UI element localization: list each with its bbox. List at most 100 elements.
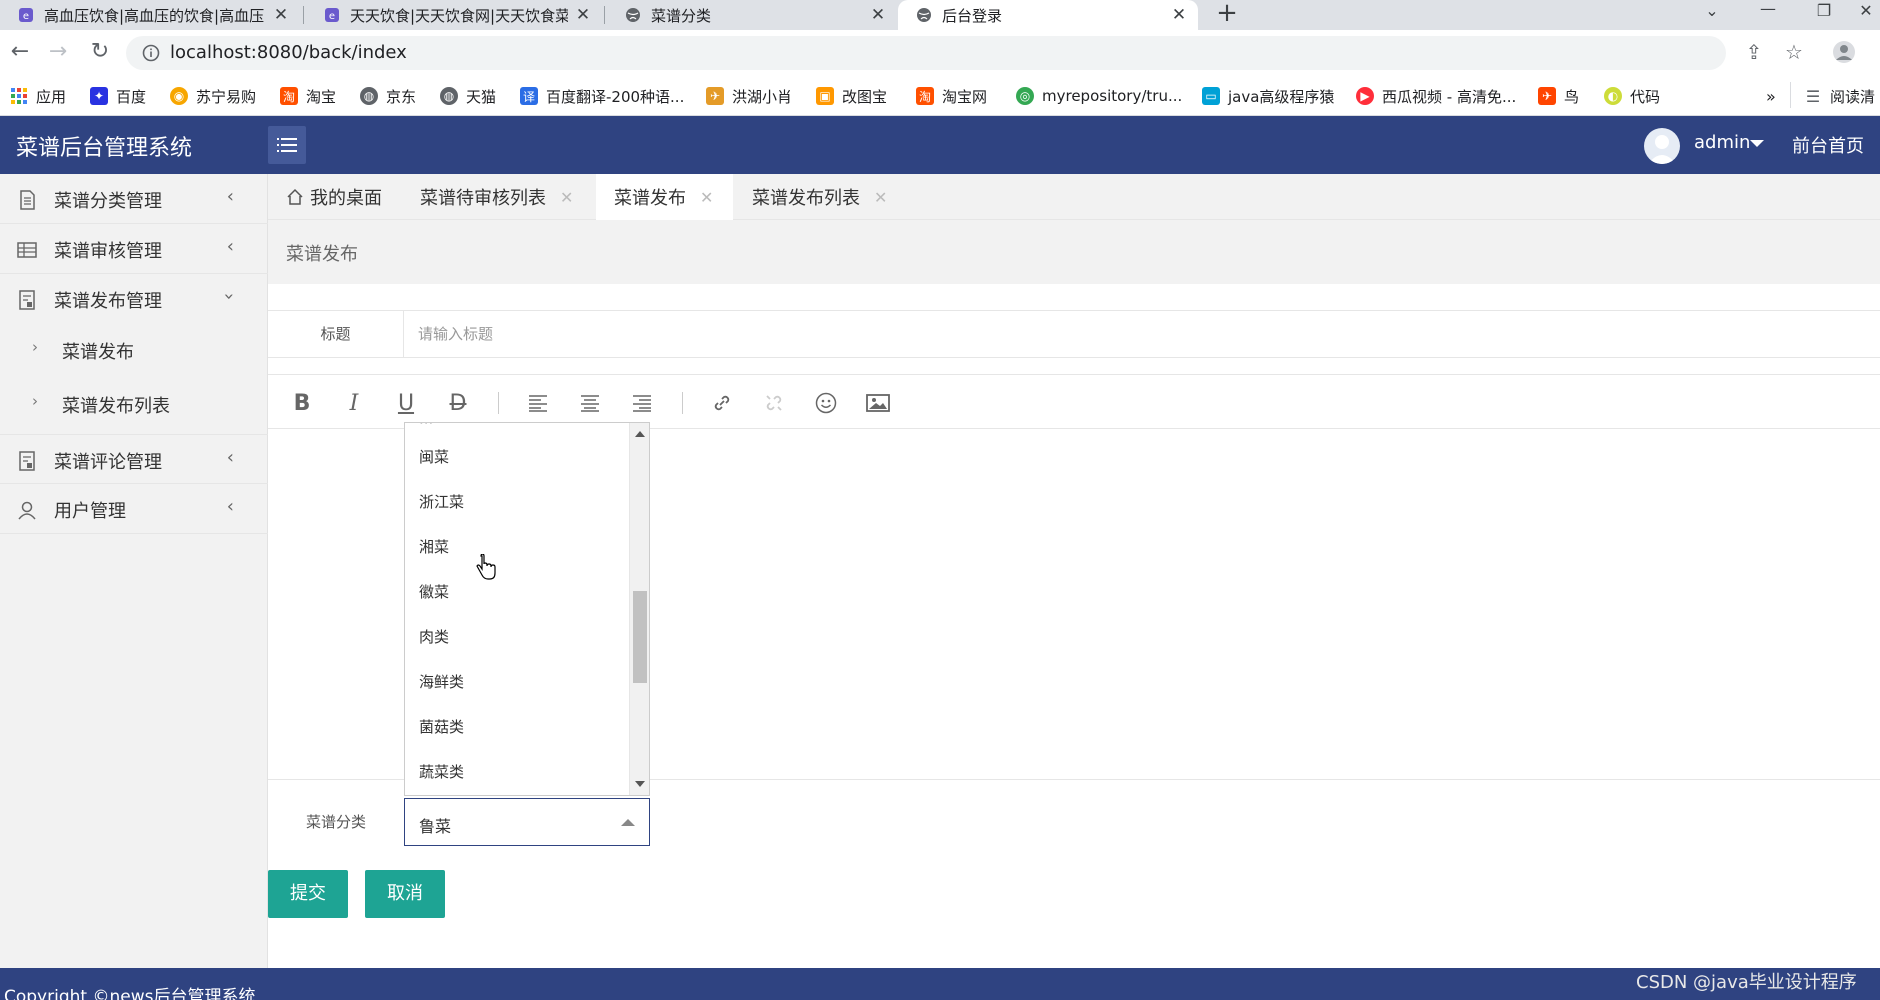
bookmark-jd[interactable]: ◍ 京东 [360, 85, 416, 107]
bookmark-baidu-translate[interactable]: 译百度翻译-200种语... [520, 85, 684, 107]
front-home-link[interactable]: 前台首页 [1792, 132, 1864, 158]
align-left-icon[interactable] [522, 387, 554, 419]
close-icon[interactable]: ✕ [869, 5, 887, 25]
bookmark-apps[interactable]: 应用 [10, 85, 66, 107]
dropdown-option[interactable]: 徽菜 [405, 570, 629, 614]
underline-icon[interactable]: U [390, 387, 422, 419]
back-icon[interactable]: ← [6, 38, 34, 66]
align-center-icon[interactable] [574, 387, 606, 419]
browser-tab-3[interactable]: 菜谱分类 ✕ [607, 0, 897, 30]
dropdown-option[interactable]: 肉类 [405, 615, 629, 659]
dropdown-option[interactable]: 闽菜 [405, 435, 629, 479]
bookmark-gaitubao[interactable]: ▣ 改图宝 [816, 85, 887, 107]
close-icon[interactable]: ✕ [574, 5, 592, 25]
bookmark-suning[interactable]: ◉ 苏宁易购 [170, 85, 256, 107]
bookmark-baidu[interactable]: ✦ 百度 [90, 85, 146, 107]
sidebar-item-comments[interactable]: 菜谱评论管理 ‹ [0, 434, 268, 484]
submit-button[interactable]: 提交 [268, 870, 348, 918]
tab-publish[interactable]: 菜谱发布 ✕ [596, 174, 734, 220]
user-name[interactable]: admin [1694, 132, 1750, 153]
sidebar-item-category[interactable]: 菜谱分类管理 ‹ [0, 174, 268, 224]
unlink-icon[interactable] [758, 387, 790, 419]
bookmark-xigua[interactable]: ▶ 西瓜视频 - 高清免... [1356, 85, 1516, 107]
browser-tab-title: 后台登录 [942, 6, 1003, 25]
bookmark-myrepository[interactable]: ◎ myrepository/tru... [1016, 85, 1182, 107]
bookmark-niao[interactable]: ✈ 鸟 [1538, 85, 1579, 107]
form-icon [19, 451, 35, 471]
sidebar-item-review[interactable]: 菜谱审核管理 ‹ [0, 224, 268, 274]
scroll-down-icon[interactable] [635, 781, 645, 787]
cancel-button[interactable]: 取消 [365, 870, 445, 918]
close-icon[interactable]: ✕ [874, 188, 887, 207]
address-bar[interactable]: localhost:8080/back/index [126, 36, 1726, 70]
bookmark-java[interactable]: ▭ java高级程序猿 [1202, 85, 1334, 107]
chrome-icon: ◎ [1016, 87, 1034, 105]
scrollbar-thumb[interactable] [633, 591, 647, 683]
dropdown-option[interactable]: 浙江菜 [405, 480, 629, 524]
chevron-down-icon[interactable] [1750, 140, 1764, 147]
sidebar-item-users[interactable]: 用户管理 ‹ [0, 484, 268, 534]
italic-icon[interactable]: I [338, 387, 370, 419]
link-icon[interactable] [706, 387, 738, 419]
star-icon[interactable]: ☆ [1780, 38, 1808, 66]
dropdown-option[interactable]: 海鲜类 [405, 660, 629, 704]
dropdown-scrollbar[interactable] [629, 423, 649, 795]
close-icon[interactable]: ✕ [560, 188, 573, 207]
bird-icon: ✈ [706, 87, 724, 105]
bookmark-honghu[interactable]: ✈ 洪湖小肖 [706, 85, 792, 107]
browser-tab-title: 高血压饮食|高血压的饮食|高血压 [44, 6, 265, 25]
form-icon [19, 290, 35, 310]
browser-tab-title: 天天饮食|天天饮食网|天天饮食菜 [350, 6, 568, 25]
scroll-up-icon[interactable] [635, 431, 645, 437]
minimize-icon[interactable]: — [1740, 1, 1796, 32]
sidebar-subitem-publish-list[interactable]: › 菜谱发布列表 [0, 378, 268, 432]
hamburger-icon [277, 138, 297, 152]
close-icon[interactable]: ✕ [700, 188, 713, 207]
browser-tab-strip: e 高血压饮食|高血压的饮食|高血压 ✕ e 天天饮食|天天饮食网|天天饮食菜 … [0, 0, 1880, 30]
browser-tab-2[interactable]: e 天天饮食|天天饮食网|天天饮食菜 ✕ [306, 0, 602, 30]
new-tab-button[interactable]: + [1212, 0, 1242, 30]
sidebar-subitem-publish[interactable]: › 菜谱发布 [0, 324, 268, 378]
site-favicon-icon: e [324, 7, 340, 23]
info-icon[interactable] [142, 44, 160, 62]
profile-icon[interactable] [1830, 38, 1858, 66]
tab-publish-list[interactable]: 菜谱发布列表 ✕ [752, 174, 887, 220]
avatar[interactable] [1644, 128, 1680, 164]
bookmarks-bar: 应用 ✦ 百度 ◉ 苏宁易购 淘淘宝 ◍ 京东 ◍ 天猫 译百度翻译-200种语... … [0, 76, 1880, 116]
bookmark-label: 京东 [386, 87, 417, 106]
bookmark-taobaowang[interactable]: 淘淘宝网 [916, 85, 987, 107]
browser-tab-4-active[interactable]: 后台登录 ✕ [898, 0, 1198, 30]
category-select[interactable]: 鲁菜 [404, 798, 650, 846]
close-icon[interactable]: ✕ [272, 5, 290, 25]
dropdown-option[interactable]: 菌菇类 [405, 705, 629, 749]
category-dropdown-list[interactable]: ··· 闽菜 浙江菜 湘菜 徽菜 肉类 海鲜类 菌菇类 蔬菜类 [404, 422, 650, 796]
emoji-icon[interactable] [810, 387, 842, 419]
tab-pending-review[interactable]: 菜谱待审核列表 ✕ [420, 174, 573, 220]
globe-icon [916, 7, 932, 23]
dropdown-option[interactable]: 湘菜 [405, 525, 629, 569]
home-icon [287, 188, 303, 205]
align-right-icon[interactable] [626, 387, 658, 419]
reading-list-icon: ☰ [1805, 86, 1821, 106]
forward-icon[interactable]: → [44, 38, 72, 66]
sidebar-item-publish[interactable]: 菜谱发布管理 ‹ [0, 274, 268, 324]
browser-tab-1[interactable]: e 高血压饮食|高血压的饮食|高血压 ✕ [0, 0, 300, 30]
image-icon[interactable] [862, 387, 894, 419]
dropdown-option[interactable]: 蔬菜类 [405, 750, 629, 794]
share-icon[interactable]: ⇪ [1740, 38, 1768, 66]
bookmark-label: 天猫 [466, 87, 497, 106]
menu-toggle-button[interactable] [268, 126, 306, 164]
bold-icon[interactable]: B [286, 387, 318, 419]
strikethrough-icon[interactable]: D [442, 387, 474, 419]
bookmark-tmall[interactable]: ◍ 天猫 [440, 85, 496, 107]
close-icon[interactable]: ✕ [1170, 5, 1188, 25]
bookmark-code[interactable]: ◐ 代码 [1604, 85, 1660, 107]
globe-icon [625, 7, 641, 23]
hand-cursor-icon [476, 554, 496, 580]
title-input[interactable] [404, 311, 1880, 357]
reload-icon[interactable]: ↻ [86, 38, 114, 66]
more-bookmarks-icon[interactable]: » [1766, 85, 1776, 107]
tab-desktop[interactable]: 我的桌面 [286, 174, 382, 220]
reading-list[interactable]: ☰ 阅读清 [1804, 85, 1875, 107]
bookmark-taobao[interactable]: 淘淘宝 [280, 85, 336, 107]
